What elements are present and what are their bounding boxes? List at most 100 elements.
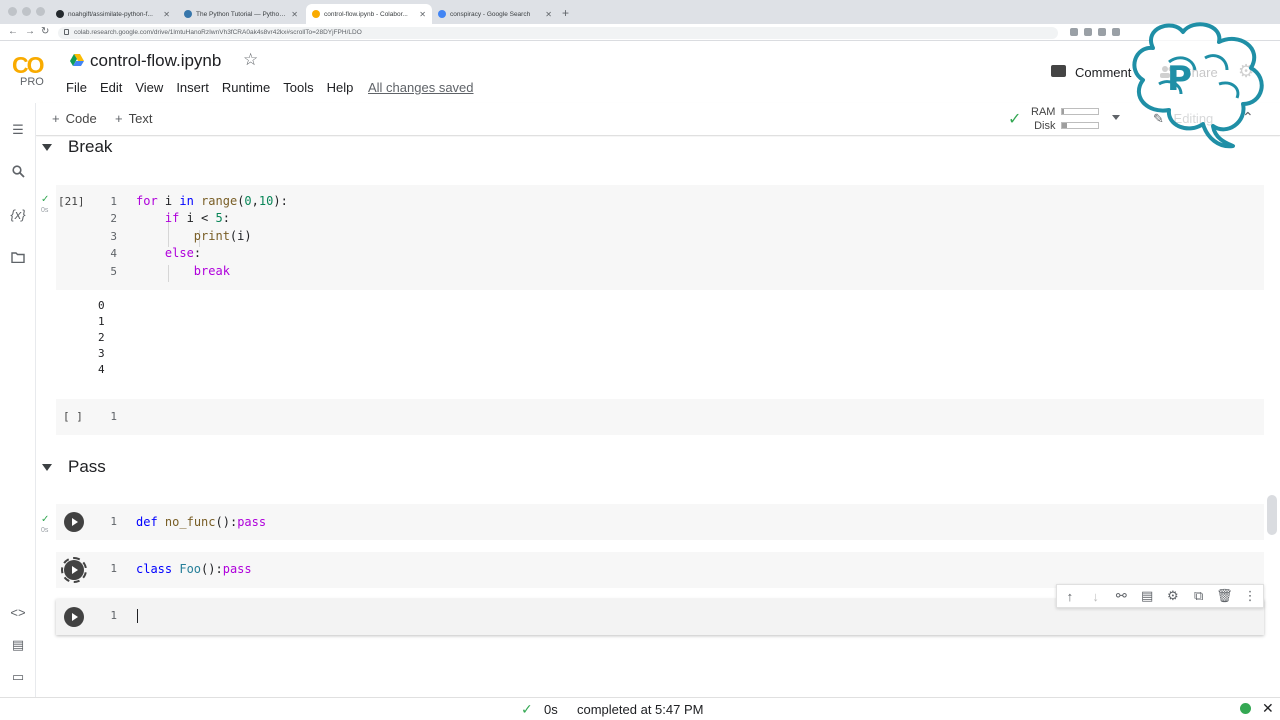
connection-status-icon[interactable] [1240,703,1251,714]
move-down-icon[interactable]: ↓ [1087,589,1105,604]
code-line-3[interactable]: print(i) [136,229,252,243]
code-line-1[interactable]: def no_func():pass [136,515,266,529]
bookmark-star-icon[interactable] [1098,28,1106,36]
resource-labels[interactable]: RAM Disk [1031,105,1055,133]
folder-icon[interactable] [10,251,26,266]
run-cell-button[interactable] [64,512,84,532]
run-cell-button[interactable] [64,607,84,627]
editing-mode-button[interactable]: ✎ Editing [1153,111,1213,127]
close-window-dot[interactable] [8,7,17,16]
collapse-header-icon[interactable]: ⌃ [1242,109,1254,126]
forward-icon[interactable]: → [25,26,35,37]
code-line-1[interactable]: for i in range(0,10): [136,194,288,208]
terminal-icon[interactable]: ▭ [10,669,26,685]
variables-icon[interactable]: {x} [10,207,26,222]
success-check-icon: ✓ [41,194,50,205]
code-line-2[interactable]: if i < 5: [136,211,230,225]
section-title: Break [68,137,113,156]
extension-icon[interactable] [1112,28,1120,36]
comment-icon[interactable]: ▤ [1138,588,1156,604]
add-code-label: Code [65,111,97,126]
code-cell-empty[interactable] [56,399,1264,435]
move-up-icon[interactable]: ↑ [1061,589,1079,604]
back-icon[interactable]: ← [8,26,18,37]
browser-tab-strip: noahgift/assimilate-python-f... ✕ The Py… [0,0,1280,24]
disk-meter-fill [1062,123,1068,128]
add-code-button[interactable]: + Code [52,111,97,126]
table-of-contents-icon[interactable]: ☰ [10,122,26,138]
menu-help[interactable]: Help [327,80,354,95]
menu-view[interactable]: View [135,80,163,95]
code-line-5[interactable]: break [136,264,230,278]
menu-file[interactable]: File [66,80,87,95]
share-people-icon[interactable] [1160,65,1175,78]
comment-icon[interactable] [1051,65,1066,77]
url-text: colab.research.google.com/drive/1lmtuHan… [74,29,362,36]
share-page-icon[interactable] [1084,28,1092,36]
menu-tools[interactable]: Tools [283,80,313,95]
collapse-caret-icon[interactable] [42,143,52,151]
browser-tab-python-tutorial[interactable]: The Python Tutorial — Python ... ✕ [178,4,304,24]
plus-icon: + [52,111,60,126]
maximize-window-dot[interactable] [36,7,45,16]
colab-header: CO PRO control-flow.ipynb ☆ File Edit Vi… [0,41,1280,103]
disk-meter [1061,122,1099,129]
browser-tab-colab[interactable]: control-flow.ipynb - Colabor... ✕ [306,4,432,24]
code-line-4[interactable]: else: [136,246,201,260]
menu-edit[interactable]: Edit [100,80,122,95]
zoom-icon[interactable] [1070,28,1078,36]
line-number: 5 [110,265,117,278]
browser-tab-google-search[interactable]: conspiracy - Google Search ✕ [432,4,558,24]
mirror-cell-icon[interactable]: ⧉ [1190,588,1208,604]
tab-label: control-flow.ipynb - Colabor... [324,10,408,18]
colab-icon [312,10,320,18]
share-button[interactable]: Share [1183,65,1218,80]
menu-runtime[interactable]: Runtime [222,80,270,95]
section-break[interactable]: Break [37,137,112,157]
delete-icon[interactable]: 🗑 [1215,588,1233,604]
left-sidebar: ☰ {x} <> ▤ ▭ [0,103,36,698]
close-icon[interactable]: ✕ [419,10,426,19]
ram-label: RAM [1031,106,1056,118]
save-status-link[interactable]: All changes saved [368,80,474,95]
plus-icon: + [115,111,123,126]
more-vert-icon[interactable]: ⋮ [1241,588,1259,604]
code-snippets-icon[interactable]: <> [10,605,26,620]
menu-insert[interactable]: Insert [176,80,209,95]
resources-dropdown-icon[interactable] [1112,115,1120,120]
colab-logo[interactable]: CO [12,52,44,79]
google-drive-icon [70,54,84,66]
new-tab-button[interactable]: + [562,6,569,20]
scrollbar-thumb[interactable] [1267,495,1277,535]
window-controls[interactable] [8,7,45,16]
section-pass[interactable]: Pass [37,457,106,477]
notebook-title[interactable]: control-flow.ipynb [90,51,221,71]
code-line-1[interactable]: class Foo():pass [136,562,252,576]
close-icon[interactable]: ✕ [291,10,298,19]
star-icon[interactable]: ☆ [243,50,258,70]
settings-icon[interactable]: ⚙ [1164,588,1182,604]
gear-icon[interactable]: ⚙ [1238,61,1254,82]
line-number: 4 [110,247,117,260]
pencil-icon: ✎ [1153,111,1164,126]
command-palette-icon[interactable]: ▤ [10,637,26,653]
add-text-button[interactable]: + Text [115,111,152,126]
notebook-toolbar: + Code + Text ✓ RAM Disk ✎ Editing ⌃ [36,103,1280,136]
cell-duration: 0s [41,207,49,214]
output-line: 4 [98,363,105,376]
google-icon [438,10,446,18]
search-icon[interactable] [10,165,26,181]
browser-tab-github[interactable]: noahgift/assimilate-python-f... ✕ [50,4,176,24]
connected-check-icon: ✓ [1008,111,1022,128]
close-icon[interactable]: ✕ [163,10,170,19]
tab-label: noahgift/assimilate-python-f... [68,10,153,18]
link-icon[interactable]: ⚯ [1112,588,1130,604]
reload-icon[interactable]: ↻ [41,26,49,37]
close-icon[interactable]: ✕ [1262,700,1274,717]
minimize-window-dot[interactable] [22,7,31,16]
run-cell-button[interactable] [64,560,84,580]
url-field[interactable]: colab.research.google.com/drive/1lmtuHan… [58,27,1058,39]
comment-button[interactable]: Comment [1075,65,1131,80]
collapse-caret-icon[interactable] [42,463,52,471]
close-icon[interactable]: ✕ [545,10,552,19]
